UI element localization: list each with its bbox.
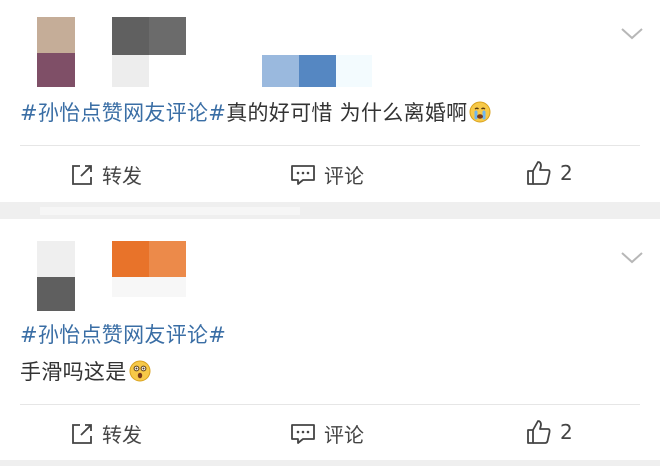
comment-icon (291, 423, 315, 444)
comment-body: 真的好可惜 为什么离婚啊 (226, 101, 468, 125)
comment-button[interactable]: 评论 (290, 419, 364, 448)
like-button[interactable]: 2 (526, 160, 573, 186)
topic-link[interactable]: #孙怡点赞网友评论# (20, 323, 226, 347)
username[interactable] (112, 17, 186, 55)
repost-label: 转发 (102, 164, 142, 188)
comment-label: 评论 (324, 164, 364, 188)
comment-text: 手滑吗这是 (20, 357, 151, 390)
crying-face-icon (469, 101, 491, 131)
weibo-comment-2: #孙怡点赞网友评论# 手滑吗这是 转发 评论 2 (0, 219, 660, 466)
topic-link[interactable]: #孙怡点赞网友评论# (20, 101, 226, 125)
comment-label: 评论 (324, 423, 364, 447)
username[interactable] (112, 241, 186, 277)
post-meta (112, 277, 186, 297)
like-count: 2 (560, 161, 573, 185)
bottom-separator (0, 460, 660, 466)
like-button[interactable]: 2 (526, 419, 573, 445)
chevron-down-icon[interactable] (620, 27, 644, 41)
comment-body: 手滑吗这是 (20, 360, 127, 384)
repost-button[interactable]: 转发 (70, 419, 142, 448)
divider (20, 404, 640, 405)
chevron-down-icon[interactable] (620, 251, 644, 265)
divider (20, 145, 640, 146)
share-icon (72, 423, 92, 444)
weibo-comment-1: #孙怡点赞网友评论#真的好可惜 为什么离婚啊 转发 评论 2 (0, 0, 660, 202)
thumbs-up-icon (527, 161, 551, 185)
like-count: 2 (560, 420, 573, 444)
comment-text: #孙怡点赞网友评论#真的好可惜 为什么离婚啊 (20, 98, 491, 131)
astonished-face-icon (129, 360, 151, 390)
avatar[interactable] (37, 241, 75, 311)
avatar[interactable] (37, 17, 75, 87)
comment-button[interactable]: 评论 (290, 160, 364, 189)
post-separator (0, 202, 660, 219)
thumbs-up-icon (527, 420, 551, 444)
comment-icon (291, 164, 315, 185)
share-icon (72, 164, 92, 185)
comment-topic: #孙怡点赞网友评论# (20, 320, 226, 350)
post-meta (112, 55, 372, 87)
repost-button[interactable]: 转发 (70, 160, 142, 189)
repost-label: 转发 (102, 423, 142, 447)
